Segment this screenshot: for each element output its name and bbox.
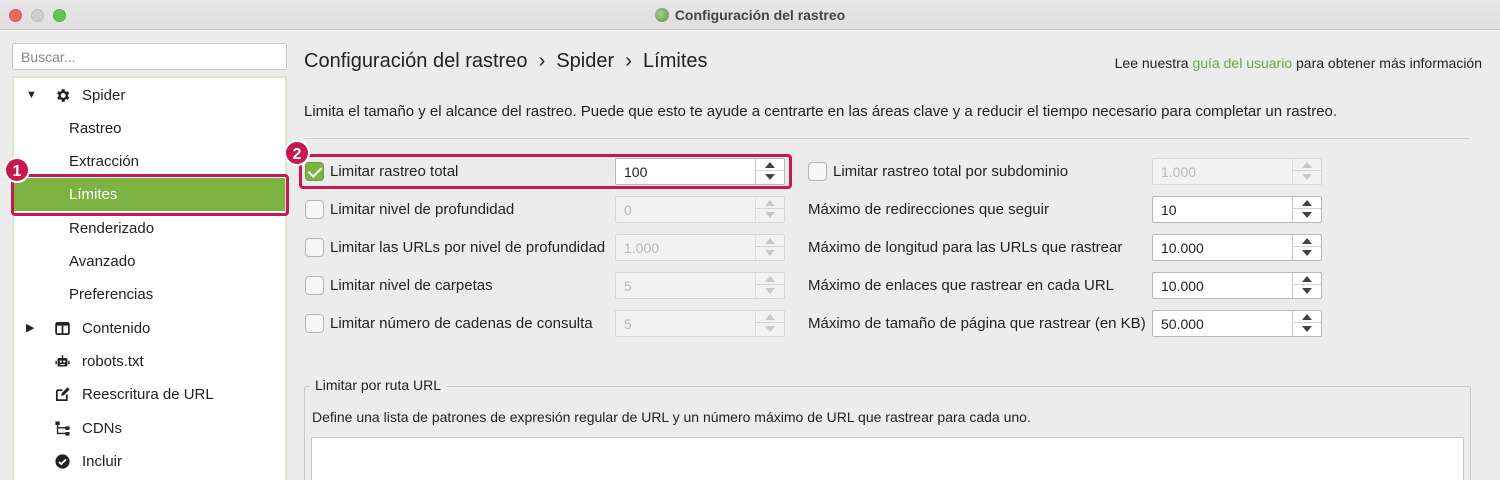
- limit-depth-spinbox: 0: [615, 196, 785, 223]
- help-text: Lee nuestra guía del usuario para obtene…: [1114, 55, 1482, 71]
- max-url-length-label: Máximo de longitud para las URLs que ras…: [808, 239, 1123, 256]
- globe-icon: [654, 8, 669, 22]
- limit-depth-checkbox[interactable]: [305, 200, 324, 219]
- spin-up-button: [756, 235, 784, 247]
- breadcrumb: Configuración del rastreo › Spider › Lím…: [304, 50, 708, 72]
- spin-up-button[interactable]: [1293, 273, 1321, 285]
- limit-per-subdomain-label: Limitar rastreo total por subdominio: [833, 163, 1069, 180]
- limit-depth-label: Limitar nivel de profundidad: [330, 201, 515, 218]
- limit-query-strings-checkbox[interactable]: [305, 314, 324, 333]
- spin-down-button: [756, 323, 784, 335]
- spin-down-button[interactable]: [1293, 247, 1321, 259]
- tree-item-spider[interactable]: ▼ Spider: [14, 79, 285, 112]
- tree-item-renderizado[interactable]: Renderizado: [14, 212, 285, 245]
- url-path-table[interactable]: [311, 437, 1464, 480]
- tree-item-contenido[interactable]: ▶ Contenido: [14, 312, 285, 345]
- spin-up-button[interactable]: [1293, 311, 1321, 323]
- spin-down-button: [756, 247, 784, 259]
- step-badge-2: 2: [284, 140, 310, 166]
- spin-down-button: [756, 209, 784, 221]
- limit-query-strings-spinbox: 5: [615, 310, 785, 337]
- limit-folder-depth-label: Limitar nivel de carpetas: [330, 277, 493, 294]
- tree-item-rastreo[interactable]: Rastreo: [14, 112, 285, 145]
- spin-down-button: [756, 285, 784, 297]
- gear-icon: [57, 89, 70, 102]
- spin-down-button: [1293, 171, 1321, 183]
- max-url-length-spinbox[interactable]: 10.000: [1152, 234, 1322, 261]
- highlight-limit-total-crawl: [299, 154, 792, 189]
- robot-icon: [55, 355, 70, 367]
- limit-per-subdomain-checkbox[interactable]: [808, 162, 827, 181]
- tree-item-robots[interactable]: robots.txt: [14, 345, 285, 378]
- limit-urls-per-depth-label: Limitar las URLs por nivel de profundida…: [330, 239, 606, 256]
- limit-folder-depth-checkbox[interactable]: [305, 276, 324, 295]
- settings-tree: ▼ Spider Rastreo Extracción Límites Rend…: [12, 76, 287, 480]
- user-guide-link[interactable]: guía del usuario: [1192, 55, 1292, 71]
- spin-up-button: [756, 273, 784, 285]
- spin-down-button[interactable]: [1293, 209, 1321, 221]
- spin-down-button[interactable]: [1293, 323, 1321, 335]
- step-badge-1: 1: [4, 157, 30, 183]
- max-redirects-spinbox[interactable]: 10: [1152, 196, 1322, 223]
- page-description: Limita el tamaño y el alcance del rastre…: [304, 103, 1338, 120]
- divider: [304, 138, 1470, 139]
- spin-up-button: [756, 311, 784, 323]
- max-redirects-label: Máximo de redirecciones que seguir: [808, 201, 1049, 218]
- url-path-group-description: Define una lista de patrones de expresió…: [312, 409, 1031, 425]
- limit-urls-per-depth-spinbox: 1.000: [615, 234, 785, 261]
- limit-per-subdomain-spinbox: 1.000: [1152, 158, 1322, 185]
- limit-urls-per-depth-checkbox[interactable]: [305, 238, 324, 257]
- max-links-per-url-spinbox[interactable]: 10.000: [1152, 272, 1322, 299]
- spin-up-button[interactable]: [1293, 197, 1321, 209]
- tree-item-incluir[interactable]: Incluir: [14, 445, 285, 478]
- highlight-limites: [11, 174, 289, 216]
- tree-item-cdns[interactable]: CDNs: [14, 412, 285, 445]
- spin-up-button[interactable]: [1293, 235, 1321, 247]
- window-title: Configuración del rastreo: [0, 7, 1500, 23]
- max-page-size-spinbox[interactable]: 50.000: [1152, 310, 1322, 337]
- expand-right-icon[interactable]: ▶: [26, 312, 34, 345]
- check-circle-icon: [55, 454, 70, 469]
- max-links-per-url-label: Máximo de enlaces que rastrear en cada U…: [808, 277, 1114, 294]
- spin-up-button: [756, 197, 784, 209]
- tree-item-preferencias[interactable]: Preferencias: [14, 278, 285, 311]
- spin-up-button: [1293, 159, 1321, 171]
- columns-icon: [55, 321, 70, 336]
- limit-folder-depth-spinbox: 5: [615, 272, 785, 299]
- limit-query-strings-label: Limitar número de cadenas de consulta: [330, 315, 593, 332]
- title-bar: Configuración del rastreo: [0, 0, 1500, 30]
- spin-down-button[interactable]: [1293, 285, 1321, 297]
- tree-item-reescritura[interactable]: Reescritura de URL: [14, 378, 285, 411]
- edit-icon: [55, 387, 70, 402]
- search-input[interactable]: [12, 43, 287, 70]
- tree-item-avanzado[interactable]: Avanzado: [14, 245, 285, 278]
- max-page-size-label: Máximo de tamaño de página que rastrear …: [808, 315, 1146, 332]
- expand-down-icon[interactable]: ▼: [26, 79, 37, 112]
- network-icon: [55, 421, 70, 436]
- url-path-group-title: Limitar por ruta URL: [310, 377, 447, 393]
